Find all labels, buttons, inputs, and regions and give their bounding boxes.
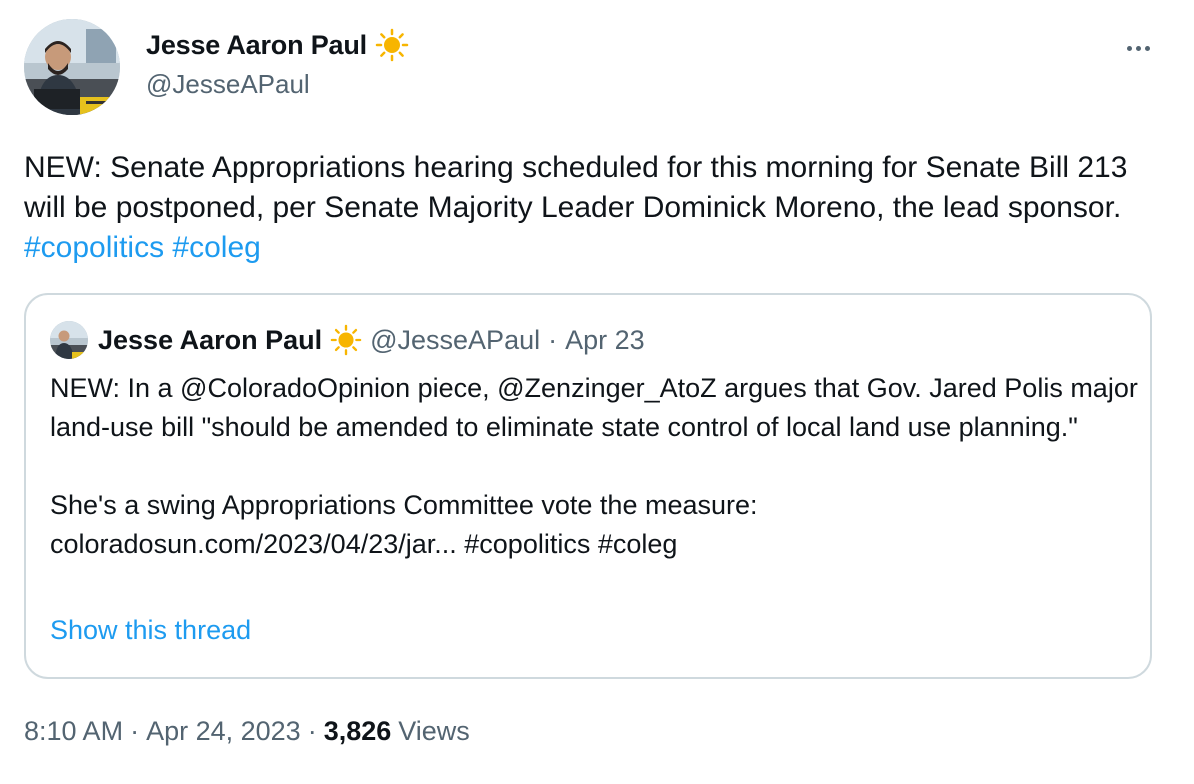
hashtag-copolitics[interactable]: #copolitics (24, 231, 164, 264)
quoted-paragraph: NEW: In a @ColoradoOpinion piece, @Zenzi… (50, 373, 1138, 442)
tweet-footer: 8:10 AM · Apr 24, 2023 · 3,826 Views (24, 716, 470, 747)
more-dot (1135, 45, 1141, 51)
meta-separator: · (130, 716, 140, 746)
views-count[interactable]: 3,826 (324, 716, 392, 747)
tweet-body: NEW: Senate Appropriations hearing sched… (24, 151, 1128, 224)
hashtag-coleg[interactable]: #coleg (172, 231, 260, 264)
author-name[interactable]: Jesse Aaron Paul (146, 30, 367, 61)
quoted-tweet[interactable]: Jesse Aaron Paul @JesseAPaul · Apr 23 NE… (24, 293, 1152, 679)
meta-separator: · (548, 324, 558, 355)
more-dot (1144, 45, 1150, 51)
tweet-time[interactable]: 8:10 AM (24, 716, 123, 747)
quoted-tweet-text: NEW: In a @ColoradoOpinion piece, @Zenzi… (50, 369, 1140, 564)
quoted-paragraph: She's a swing Appropriations Committee v… (50, 490, 758, 520)
sun-icon (375, 28, 409, 62)
more-options-icon[interactable] (1118, 36, 1158, 60)
more-dot (1126, 45, 1132, 51)
show-thread-link[interactable]: Show this thread (50, 615, 251, 646)
author-photo (24, 19, 120, 115)
quoted-tweet-date[interactable]: Apr 23 (565, 325, 645, 356)
author-avatar[interactable] (24, 19, 120, 115)
tweet-text: NEW: Senate Appropriations hearing sched… (24, 148, 1154, 268)
quoted-link-line[interactable]: coloradosun.com/2023/04/23/jar... #copol… (50, 525, 1140, 564)
views-label: Views (398, 716, 470, 746)
tweet-date[interactable]: Apr 24, 2023 (146, 716, 301, 747)
quoted-author-handle[interactable]: @JesseAPaul (370, 325, 540, 356)
quoted-tweet-meta: @JesseAPaul · Apr 23 (370, 325, 645, 356)
quoted-author-avatar[interactable] (50, 321, 88, 359)
author-handle[interactable]: @JesseAPaul (146, 69, 409, 100)
sun-icon (330, 324, 362, 356)
meta-separator: · (307, 716, 317, 746)
quoted-tweet-header: Jesse Aaron Paul @JesseAPaul · Apr 23 (50, 321, 645, 359)
quoted-author-name[interactable]: Jesse Aaron Paul (98, 325, 322, 356)
quoted-author-photo (50, 321, 88, 359)
tweet-author: Jesse Aaron Paul @JesseAPaul (146, 28, 409, 100)
